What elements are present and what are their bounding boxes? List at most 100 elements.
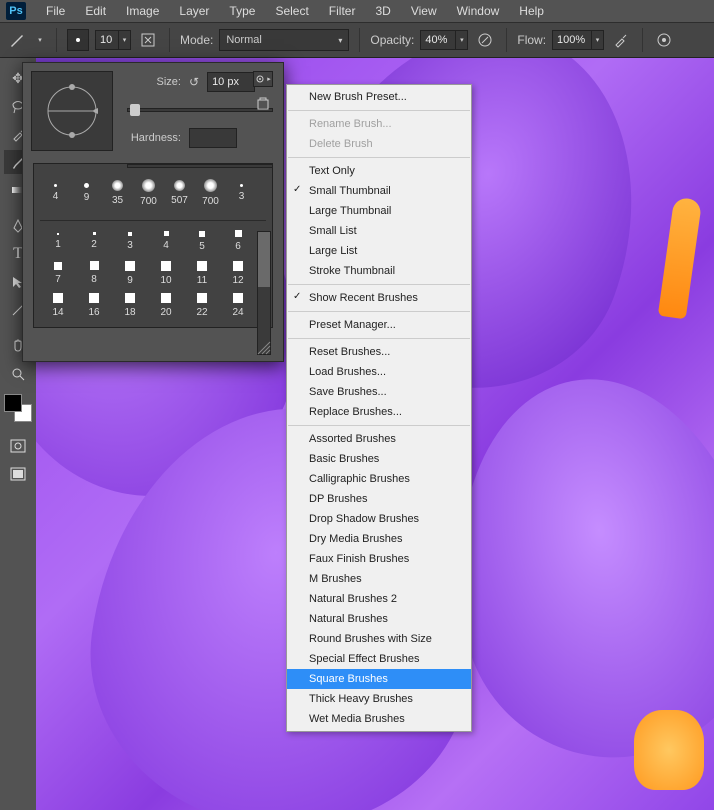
menu-item-m-brushes[interactable]: M Brushes	[287, 569, 471, 589]
size-slider[interactable]	[127, 108, 273, 112]
brush-preset[interactable]: 24	[220, 289, 256, 321]
tool-dropdown-icon[interactable]: ▾	[34, 30, 46, 50]
menu-item-save-brushes[interactable]: Save Brushes...	[287, 382, 471, 402]
mode-label: Mode:	[180, 33, 213, 47]
menu-item-load-brushes[interactable]: Load Brushes...	[287, 362, 471, 382]
menu-item-rename-brush: Rename Brush...	[287, 114, 471, 134]
brush-preset[interactable]: 9	[112, 257, 148, 289]
brush-size-field[interactable]: 10 ▾	[95, 30, 131, 50]
menu-item-square-brushes[interactable]: Square Brushes	[287, 669, 471, 689]
brush-preset[interactable]: 5	[184, 225, 220, 257]
zoom-tool[interactable]	[4, 362, 32, 386]
brush-preset[interactable]: 9	[71, 170, 102, 216]
brush-preset[interactable]: 10	[148, 257, 184, 289]
chevron-down-icon[interactable]: ▾	[456, 30, 468, 50]
resize-grip-icon[interactable]	[257, 341, 273, 357]
tool-indicator-brush[interactable]	[6, 29, 28, 51]
brush-preset[interactable]: 2	[76, 225, 112, 257]
menu-item-show-recent-brushes[interactable]: Show Recent Brushes	[287, 288, 471, 308]
new-preset-icon[interactable]	[253, 95, 273, 113]
menu-image[interactable]: Image	[116, 2, 169, 20]
menu-item-large-list[interactable]: Large List	[287, 241, 471, 261]
menu-select[interactable]: Select	[265, 2, 318, 20]
brush-preset[interactable]: 12	[220, 257, 256, 289]
color-swatches[interactable]	[4, 394, 32, 422]
brush-preset[interactable]: 4	[148, 225, 184, 257]
menu-item-wet-media-brushes[interactable]: Wet Media Brushes	[287, 709, 471, 729]
menu-item-dp-brushes[interactable]: DP Brushes	[287, 489, 471, 509]
menu-item-small-list[interactable]: Small List	[287, 221, 471, 241]
menu-item-basic-brushes[interactable]: Basic Brushes	[287, 449, 471, 469]
hardness-input[interactable]	[189, 128, 237, 148]
opacity-field[interactable]: 40% ▾	[420, 30, 468, 50]
menu-item-reset-brushes[interactable]: Reset Brushes...	[287, 342, 471, 362]
blend-mode-value: Normal	[226, 34, 261, 46]
menu-item-natural-brushes-2[interactable]: Natural Brushes 2	[287, 589, 471, 609]
brush-preset[interactable]: 20	[148, 289, 184, 321]
gear-icon[interactable]: ▸	[253, 71, 273, 87]
airbrush-icon[interactable]	[610, 29, 632, 51]
menu-window[interactable]: Window	[447, 2, 510, 20]
flow-field[interactable]: 100% ▾	[552, 30, 604, 50]
menu-item-calligraphic-brushes[interactable]: Calligraphic Brushes	[287, 469, 471, 489]
separator	[506, 28, 507, 52]
brush-preset[interactable]: 14	[40, 289, 76, 321]
menu-item-small-thumbnail[interactable]: Small Thumbnail	[287, 181, 471, 201]
reset-icon[interactable]: ↺	[189, 75, 199, 89]
menu-item-replace-brushes[interactable]: Replace Brushes...	[287, 402, 471, 422]
foreground-color-swatch[interactable]	[4, 394, 22, 412]
brush-panel-toggle-icon[interactable]	[137, 29, 159, 51]
brush-preset[interactable]: 6	[220, 225, 256, 257]
blend-mode-select[interactable]: Normal ▾	[219, 29, 349, 51]
chevron-down-icon[interactable]: ▾	[119, 30, 131, 50]
menu-item-new-brush-preset[interactable]: New Brush Preset...	[287, 87, 471, 107]
chevron-down-icon[interactable]: ▾	[592, 30, 604, 50]
hardness-slider[interactable]	[127, 164, 273, 168]
menu-help[interactable]: Help	[509, 2, 554, 20]
menu-3d[interactable]: 3D	[365, 2, 400, 20]
separator	[169, 28, 170, 52]
menu-item-large-thumbnail[interactable]: Large Thumbnail	[287, 201, 471, 221]
brush-preset[interactable]: 4	[40, 170, 71, 216]
menu-filter[interactable]: Filter	[319, 2, 366, 20]
options-bar: ▾ 10 ▾ Mode: Normal ▾ Opacity: 40% ▾ Flo…	[0, 22, 714, 58]
brush-preset[interactable]: 1	[40, 225, 76, 257]
menu-item-assorted-brushes[interactable]: Assorted Brushes	[287, 429, 471, 449]
menu-item-dry-media-brushes[interactable]: Dry Media Brushes	[287, 529, 471, 549]
brush-preset-grid: 49357005077003 123456 789101112 14161820…	[33, 163, 273, 328]
opacity-label: Opacity:	[370, 33, 414, 47]
menu-item-stroke-thumbnail[interactable]: Stroke Thumbnail	[287, 261, 471, 281]
menu-item-natural-brushes[interactable]: Natural Brushes	[287, 609, 471, 629]
brush-preset[interactable]: 22	[184, 289, 220, 321]
menu-layer[interactable]: Layer	[169, 2, 219, 20]
menu-view[interactable]: View	[401, 2, 447, 20]
menu-edit[interactable]: Edit	[75, 2, 116, 20]
menu-type[interactable]: Type	[219, 2, 265, 20]
menu-bar: Ps FileEditImageLayerTypeSelectFilter3DV…	[0, 0, 714, 22]
menu-item-drop-shadow-brushes[interactable]: Drop Shadow Brushes	[287, 509, 471, 529]
menu-item-thick-heavy-brushes[interactable]: Thick Heavy Brushes	[287, 689, 471, 709]
brush-preset[interactable]: 8	[76, 257, 112, 289]
scrollbar[interactable]	[257, 231, 271, 355]
brush-preview-swatch[interactable]	[67, 29, 89, 51]
brush-preset[interactable]: 18	[112, 289, 148, 321]
pressure-size-icon[interactable]	[653, 29, 675, 51]
size-input[interactable]: 10 px	[207, 72, 255, 92]
brush-preset[interactable]: 3	[112, 225, 148, 257]
menu-item-faux-finish-brushes[interactable]: Faux Finish Brushes	[287, 549, 471, 569]
brush-preset[interactable]: 16	[76, 289, 112, 321]
menu-item-text-only[interactable]: Text Only	[287, 161, 471, 181]
quick-mask-icon[interactable]	[4, 434, 32, 458]
pressure-opacity-icon[interactable]	[474, 29, 496, 51]
menu-item-preset-manager[interactable]: Preset Manager...	[287, 315, 471, 335]
screen-mode-icon[interactable]	[4, 462, 32, 486]
separator	[56, 28, 57, 52]
brush-preset[interactable]: 11	[184, 257, 220, 289]
brush-preset[interactable]: 7	[40, 257, 76, 289]
menu-file[interactable]: File	[36, 2, 75, 20]
menu-item-round-brushes-with-size[interactable]: Round Brushes with Size	[287, 629, 471, 649]
app-logo: Ps	[6, 2, 26, 20]
brush-angle-preview[interactable]	[31, 71, 113, 151]
menu-item-special-effect-brushes[interactable]: Special Effect Brushes	[287, 649, 471, 669]
scroll-thumb[interactable]	[258, 232, 270, 287]
